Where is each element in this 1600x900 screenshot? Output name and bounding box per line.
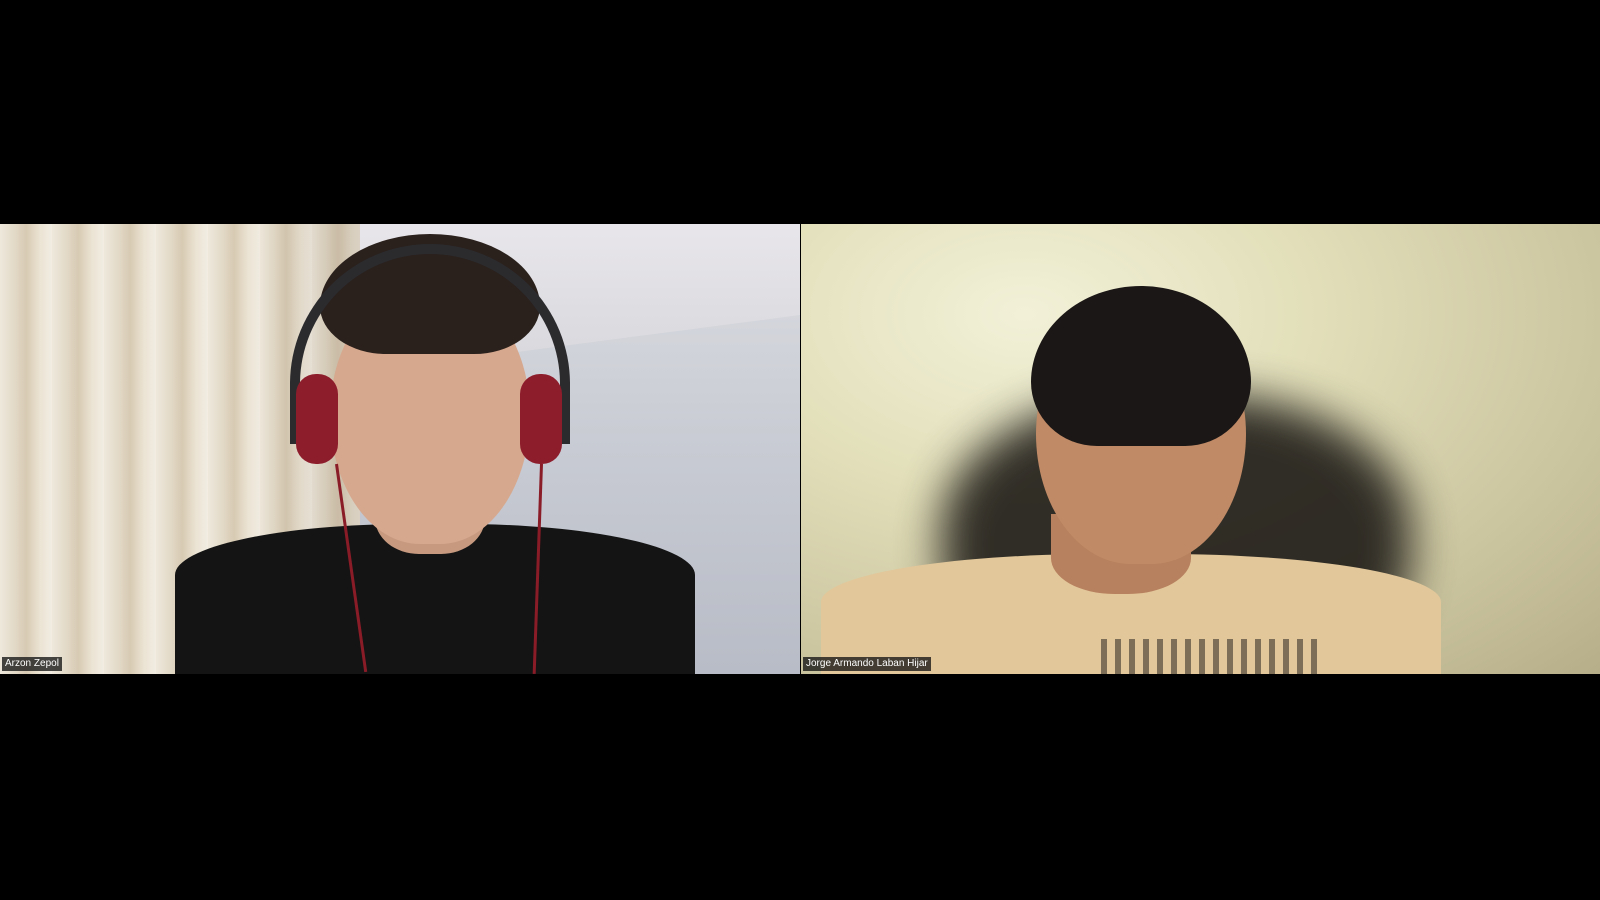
video-tile-participant-1[interactable]: Arzon Zepol bbox=[0, 224, 800, 674]
participant-name-label: Arzon Zepol bbox=[2, 657, 62, 671]
meeting-stage: Arzon Zepol Jorge Armando Laban Hijar bbox=[0, 0, 1600, 900]
participant-name-label: Jorge Armando Laban Hijar bbox=[803, 657, 931, 671]
shirt-print bbox=[1101, 639, 1321, 674]
participant-2-video bbox=[801, 224, 1600, 674]
video-tile-participant-2[interactable]: Jorge Armando Laban Hijar bbox=[801, 224, 1600, 674]
participant-1-video bbox=[0, 224, 800, 674]
headphones-left-cup bbox=[296, 374, 338, 464]
headphones-right-cup bbox=[520, 374, 562, 464]
